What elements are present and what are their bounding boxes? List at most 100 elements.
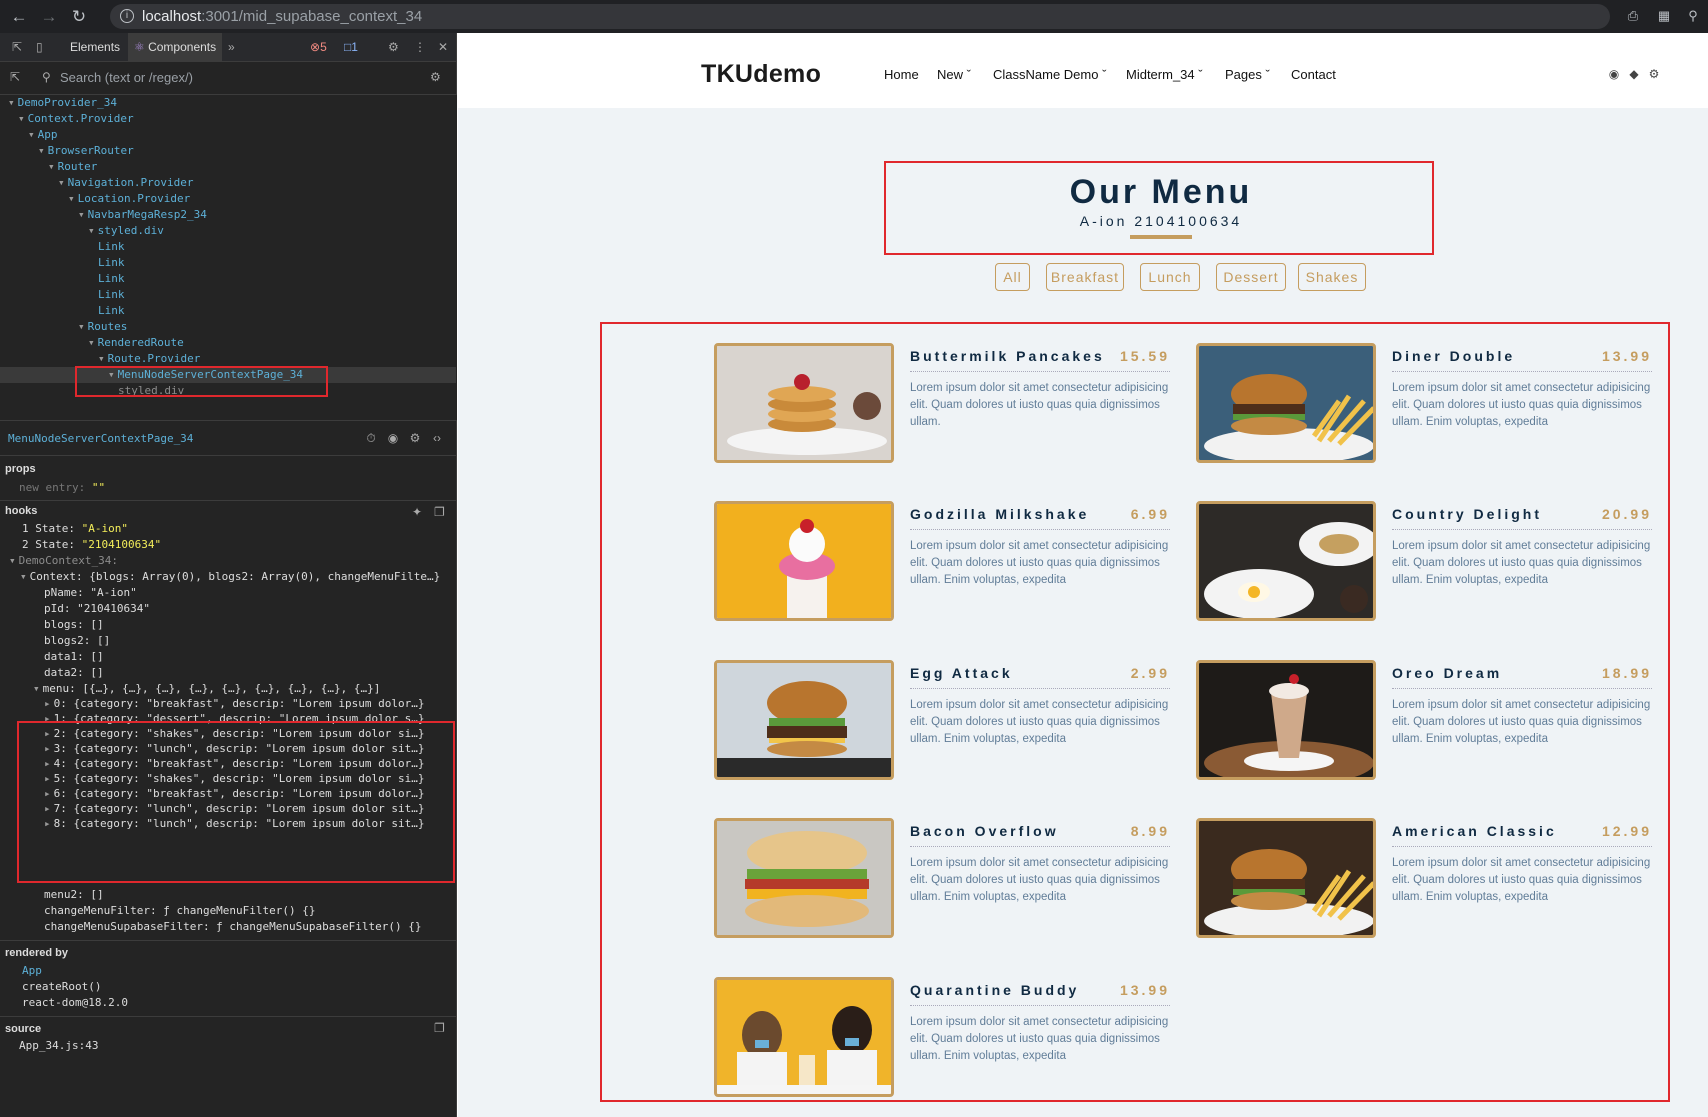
tree-node[interactable]: ▾ DemoProvider_34 xyxy=(8,95,117,111)
menu-item-photo xyxy=(714,501,894,621)
tree-node[interactable]: Link xyxy=(98,255,125,271)
tree-node[interactable]: ▾ Routes xyxy=(78,319,127,335)
menu-item: Godzilla Milkshake 6.99 Lorem ipsum dolor … xyxy=(714,501,1184,621)
rendered-by-app[interactable]: App xyxy=(22,963,42,979)
filter-lunch-button[interactable]: Lunch xyxy=(1140,263,1200,291)
tree-node[interactable]: ▾ Router xyxy=(48,159,97,175)
context-blogs2[interactable]: blogs2: [] xyxy=(44,633,110,649)
forward-icon[interactable]: → xyxy=(38,6,60,28)
nav-pages[interactable]: Pages ˇ xyxy=(1225,67,1270,82)
install-icon[interactable]: ⎙ xyxy=(1624,8,1642,24)
tree-node[interactable]: ▾ styled.div xyxy=(88,223,164,239)
filter-dessert-button[interactable]: Dessert xyxy=(1216,263,1286,291)
context-data1[interactable]: data1: [] xyxy=(44,649,104,665)
tree-node[interactable]: ▾ BrowserRouter xyxy=(38,143,134,159)
filter-shakes-button[interactable]: Shakes xyxy=(1298,263,1366,291)
nav-home[interactable]: Home xyxy=(884,67,919,82)
github-icon[interactable]: ◉ xyxy=(1608,68,1620,80)
menu-item-photo xyxy=(1196,343,1376,463)
source-icon[interactable]: ‹› xyxy=(430,431,444,445)
search-input[interactable]: Search (text or /regex/) xyxy=(60,70,193,85)
hook-state-2[interactable]: 2 State: "2104100634" xyxy=(22,537,161,553)
message-count[interactable]: □1 xyxy=(338,33,364,62)
eye-icon[interactable]: ◉ xyxy=(386,431,400,445)
diamond-icon[interactable]: ◆ xyxy=(1628,68,1640,80)
context-pname[interactable]: pName: "A-ion" xyxy=(44,585,137,601)
context-data2[interactable]: data2: [] xyxy=(44,665,104,681)
copy-source-icon[interactable]: ❐ xyxy=(434,1021,445,1035)
site-info-icon[interactable]: i xyxy=(120,9,134,23)
context-change-supabase-filter[interactable]: changeMenuSupabaseFilter: ƒ changeMenuSu… xyxy=(44,919,422,935)
translate-icon[interactable]: ▦ xyxy=(1655,8,1673,24)
context-menu[interactable]: ▾ menu: [{…}, {…}, {…}, {…}, {…}, {…}, {…… xyxy=(33,681,380,697)
props-new-entry[interactable]: new entry: "" xyxy=(19,480,105,496)
source-location[interactable]: App_34.js:43 xyxy=(19,1038,98,1054)
brand-logo[interactable]: TKUdemo xyxy=(701,60,821,89)
menu-item: Buttermilk Pancakes 15.59 Lorem ipsum dolo… xyxy=(714,343,1184,463)
rendered-by-title: rendered by xyxy=(5,947,68,959)
context-change-filter[interactable]: changeMenuFilter: ƒ changeMenuFilter() {… xyxy=(44,903,316,919)
nav-classname-demo[interactable]: ClassName Demo ˇ xyxy=(993,67,1106,82)
tree-node[interactable]: ▾ RenderedRoute xyxy=(88,335,184,351)
tree-node[interactable]: ▾ Navigation.Provider xyxy=(58,175,193,191)
devtools-panel: ⇱ ▯ Elements ⚛ Components » ⊗5 □1 ⚙ ⋮ ✕ … xyxy=(0,33,457,1117)
menu-item-description: Lorem ipsum dolor sit amet consectetur a… xyxy=(1392,699,1651,745)
copy-icon[interactable]: ❐ xyxy=(434,505,445,519)
tree-node[interactable]: Link xyxy=(98,287,125,303)
nav-midterm[interactable]: Midterm_34 ˇ xyxy=(1126,67,1203,82)
menu-item-header: Diner Double 13.99 xyxy=(1392,348,1652,372)
bug-icon[interactable]: ⚙ xyxy=(408,431,422,445)
chevron-down-icon: ˇ xyxy=(966,67,971,82)
filter-breakfast-button[interactable]: Breakfast xyxy=(1046,263,1124,291)
address-bar[interactable]: i localhost:3001/mid_supabase_context_34 xyxy=(110,4,1610,29)
tree-node[interactable]: ▾ Context.Provider xyxy=(18,111,134,127)
tab-elements[interactable]: Elements xyxy=(64,33,126,62)
menu-item-photo xyxy=(714,343,894,463)
error-count[interactable]: ⊗5 xyxy=(304,33,333,62)
hook-state-1[interactable]: 1 State: "A-ion" xyxy=(22,521,128,537)
context-pid[interactable]: pId: "210410634" xyxy=(44,601,150,617)
menu-item: Country Delight 20.99 Lorem ipsum dolor si… xyxy=(1196,501,1666,621)
menu-entry[interactable]: ▸ 0: {category: "breakfast", descrip: "Lo… xyxy=(44,696,425,712)
context-value[interactable]: ▾ Context: {blogs: Array(0), blogs2: Arra… xyxy=(20,569,440,585)
menu-item-name: Buttermilk Pancakes xyxy=(910,348,1105,364)
device-toggle-icon[interactable]: ▯ xyxy=(30,33,49,62)
nav-new[interactable]: New ˇ xyxy=(937,67,971,82)
menu-item-description: Lorem ipsum dolor sit amet consectetur a… xyxy=(1392,857,1651,903)
tree-settings-icon[interactable]: ⚙ xyxy=(430,70,441,84)
close-icon[interactable]: ✕ xyxy=(432,33,454,62)
menu-item-description: Lorem ipsum dolor sit amet consectetur a… xyxy=(910,540,1169,586)
tree-node[interactable]: ▾ NavbarMegaResp2_34 xyxy=(78,207,207,223)
hook-context[interactable]: ▾ DemoContext_34: xyxy=(9,553,118,569)
tree-node[interactable]: ▾ Location.Provider xyxy=(68,191,190,207)
tree-node[interactable]: ▾ App xyxy=(28,127,58,143)
menu-item-name: American Classic xyxy=(1392,823,1557,839)
menu-item: Egg Attack 2.99 Lorem ipsum dolor sit amet… xyxy=(714,660,1184,780)
menu-item: Diner Double 13.99 Lorem ipsum dolor sit a… xyxy=(1196,343,1666,463)
context-menu2[interactable]: menu2: [] xyxy=(44,887,104,903)
kebab-icon[interactable]: ⋮ xyxy=(408,33,432,62)
page-title: Our Menu xyxy=(1069,173,1253,211)
gear-icon[interactable]: ⚙ xyxy=(1648,68,1660,80)
zoom-icon[interactable]: ⚲ xyxy=(1684,8,1702,24)
tab-components[interactable]: ⚛ Components xyxy=(128,33,223,62)
wand-icon[interactable]: ✦ xyxy=(412,505,422,519)
reload-icon[interactable]: ↻ xyxy=(68,6,90,28)
tree-node[interactable]: ▾ Route.Provider xyxy=(98,351,200,367)
menu-item-price: 12.99 xyxy=(1601,823,1652,839)
filter-all-button[interactable]: All xyxy=(995,263,1030,291)
back-icon[interactable]: ← xyxy=(8,6,30,28)
more-tabs-icon[interactable]: » xyxy=(222,33,241,62)
inspect-icon[interactable]: ⇱ xyxy=(6,33,28,62)
expand-icon[interactable]: ▸ xyxy=(44,697,51,710)
menu-item-name: Bacon Overflow xyxy=(910,823,1059,839)
menu-item-price: 20.99 xyxy=(1601,506,1652,522)
settings-icon[interactable]: ⚙ xyxy=(382,33,405,62)
tree-node[interactable]: Link xyxy=(98,239,125,255)
context-blogs[interactable]: blogs: [] xyxy=(44,617,104,633)
timer-icon[interactable]: ⏱ xyxy=(364,431,378,445)
nav-contact[interactable]: Contact xyxy=(1291,67,1336,82)
tree-node[interactable]: Link xyxy=(98,271,125,287)
tree-node[interactable]: Link xyxy=(98,303,125,319)
select-element-icon[interactable]: ⇱ xyxy=(10,70,20,84)
